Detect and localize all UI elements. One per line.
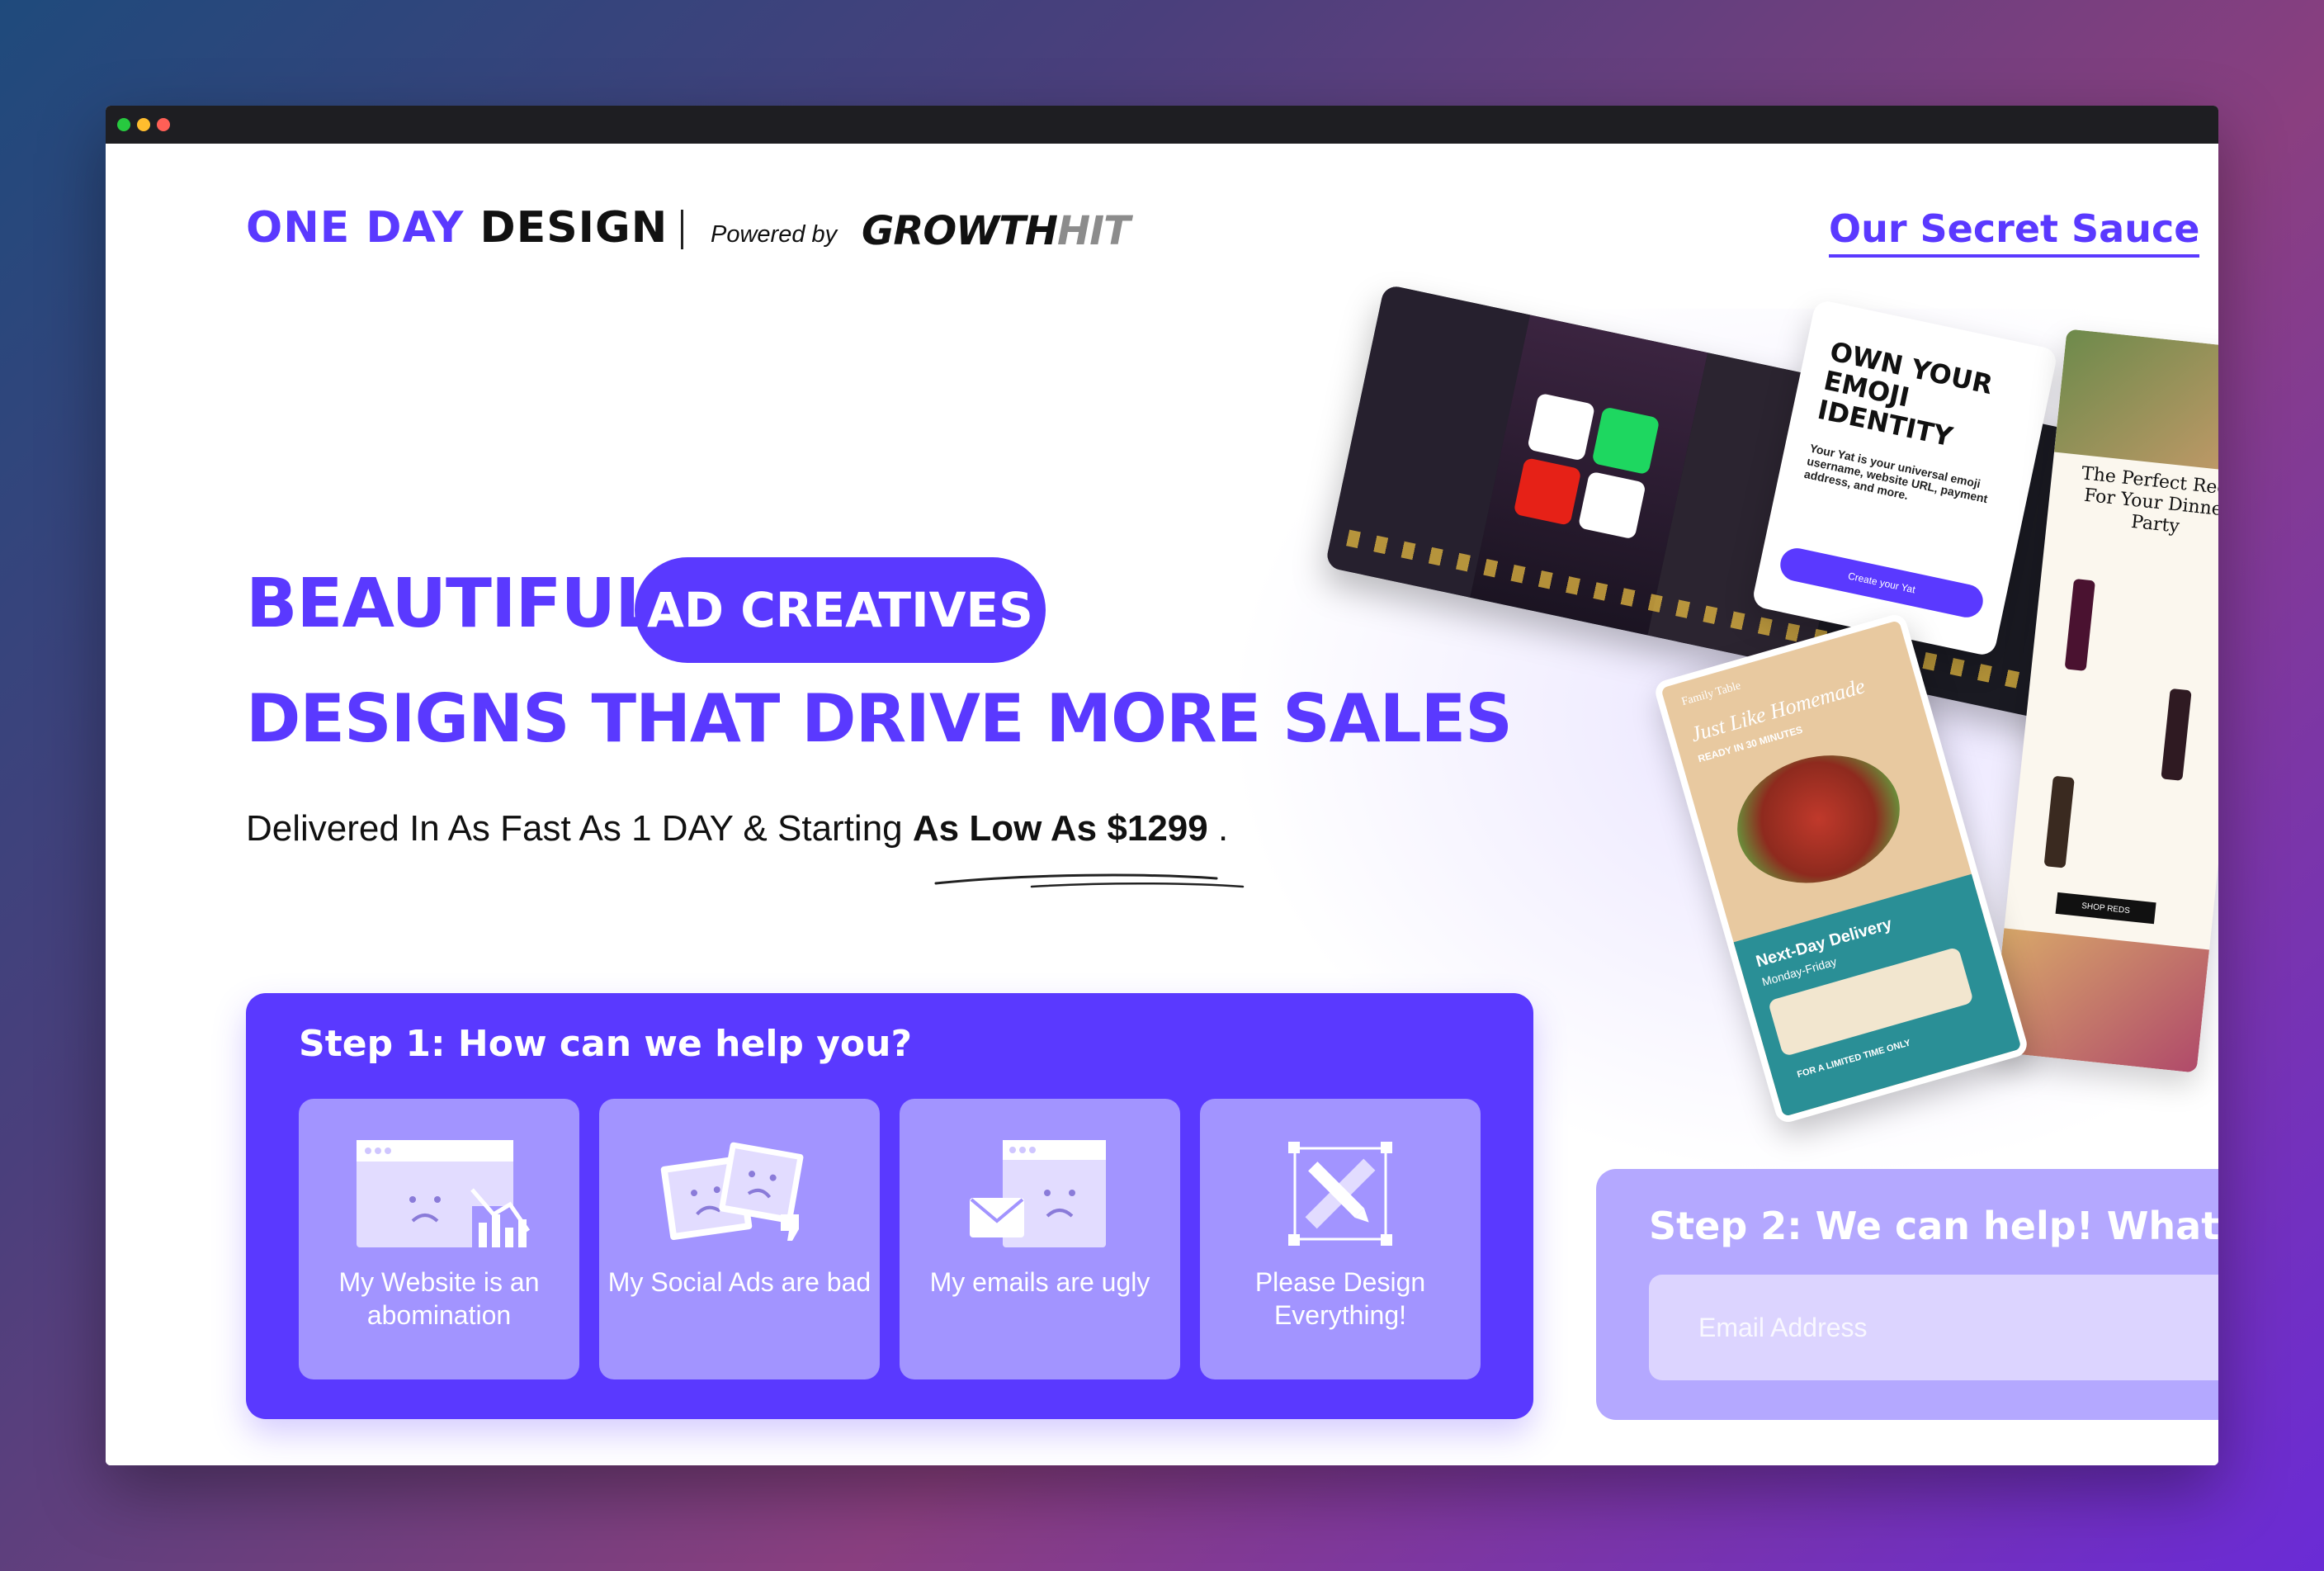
option-social-ads-label: My Social Ads are bad — [607, 1267, 872, 1297]
logo[interactable]: ONE DAY DESIGN — [246, 203, 668, 253]
option-website-label: My Website is an abomination — [338, 1267, 540, 1330]
maximize-button[interactable] — [117, 118, 130, 131]
option-design-everything-label: Please Design Everything! — [1254, 1267, 1426, 1330]
email-window-icon — [970, 1140, 1106, 1247]
landing-page: ONE DAY DESIGN Powered by GROWTHHIT Our … — [106, 144, 2218, 1465]
option-social-ads[interactable]: My Social Ads are bad — [599, 1099, 880, 1379]
wine-hero-photo — [2053, 329, 2218, 474]
email-field[interactable] — [1649, 1275, 2218, 1380]
step1-title: Step 1: How can we help you? — [299, 1023, 912, 1065]
option-emails-label: My emails are ugly — [929, 1267, 1150, 1297]
subline-price: As Low As $1299 — [912, 808, 1208, 849]
website-chart-icon — [357, 1140, 530, 1247]
step1-panel: Step 1: How can we help you? My Website … — [246, 993, 1533, 1419]
powered-by-text: Powered by — [711, 221, 838, 248]
wine-bottle-2 — [2161, 688, 2192, 781]
step2-title: Step 2: We can help! What’s t — [1649, 1204, 2218, 1248]
subline-suffix: . — [1207, 808, 1229, 849]
wine-headline: The Perfect Reds For Your Dinner Party — [2080, 463, 2218, 537]
partner-part2: HIT — [1057, 208, 1131, 254]
secret-sauce-link[interactable]: Our Secret Sauce — [1829, 206, 2200, 258]
browser-window: ONE DAY DESIGN Powered by GROWTHHIT Our … — [106, 106, 2218, 1465]
headline-pill: AD CREATIVES — [635, 557, 1046, 663]
subline-prefix: Delivered In As Fast As 1 DAY & Starting — [246, 808, 913, 849]
partner-part1: GROWTH — [862, 208, 1058, 254]
partner-logo: GROWTHHIT — [862, 208, 1131, 254]
wine-bottle-1 — [2064, 578, 2095, 671]
yat-button: Create your Yat — [1777, 545, 1986, 621]
logo-part1: ONE DAY — [246, 203, 465, 253]
yat-headline: OWN YOUR EMOJI IDENTITY — [1815, 335, 1996, 453]
headline-word: BEAUTIFUL — [246, 565, 658, 643]
step2-panel: Step 2: We can help! What’s t — [1596, 1169, 2218, 1420]
underline-scribble — [934, 873, 1245, 888]
spotify-icon — [1591, 406, 1660, 476]
option-website[interactable]: My Website is an abomination — [299, 1099, 579, 1379]
wine-bottle-3 — [2043, 775, 2075, 868]
option-design-everything[interactable]: Please Design Everything! — [1200, 1099, 1481, 1379]
youtube-icon — [1513, 457, 1582, 526]
tips-icon — [1577, 471, 1646, 540]
wine-shop-button: SHOP REDS — [2055, 892, 2156, 925]
option-emails[interactable]: My emails are ugly — [900, 1099, 1180, 1379]
minimize-button[interactable] — [137, 118, 150, 131]
photos-thumbsdown-icon — [660, 1142, 804, 1241]
hero-subline: Delivered In As Fast As 1 DAY & Starting… — [246, 808, 1228, 849]
logo-part2: DESIGN — [479, 203, 668, 253]
pencil-ruler-icon — [1288, 1142, 1392, 1246]
window-titlebar — [106, 106, 2218, 144]
food-meals-photo — [1767, 946, 1974, 1058]
close-button[interactable] — [157, 118, 170, 131]
food-brand: Family Table — [1680, 679, 1743, 709]
logo-divider — [681, 210, 683, 249]
tile-mybio — [1527, 392, 1596, 461]
food-photo — [1722, 736, 1915, 901]
